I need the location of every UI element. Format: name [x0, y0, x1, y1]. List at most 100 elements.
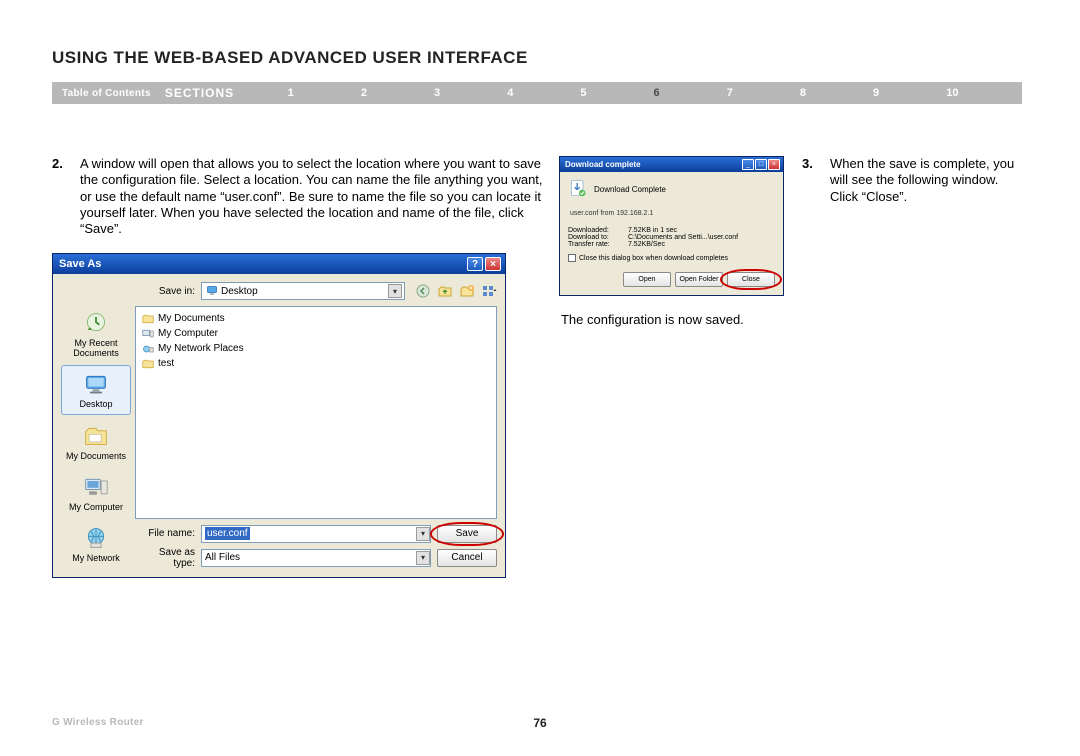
nav-num-9[interactable]: 9: [873, 87, 879, 99]
file-name-label: File name:: [135, 528, 195, 539]
list-item-label: My Documents: [158, 313, 225, 324]
list-item[interactable]: My Network Places: [142, 341, 490, 356]
places-my-computer[interactable]: My Computer: [61, 468, 131, 517]
download-heading-row: Download Complete: [568, 178, 775, 200]
download-details: Downloaded:7.52KB in 1 sec Download to:C…: [568, 227, 775, 248]
places-my-documents-label: My Documents: [66, 452, 126, 461]
page-title: USING THE WEB-BASED ADVANCED USER INTERF…: [52, 48, 1028, 68]
step-3: 3. When the save is complete, you will s…: [802, 156, 1028, 296]
save-as-type-value: All Files: [202, 552, 416, 563]
chevron-down-icon: ▾: [388, 284, 402, 298]
right-top-row: Download complete _ □ × Download Complet…: [559, 156, 1028, 296]
nav-num-10[interactable]: 10: [946, 87, 958, 99]
section-nav: Table of Contents SECTIONS 1 2 3 4 5 6 7…: [52, 82, 1022, 104]
places-my-computer-label: My Computer: [69, 503, 123, 512]
my-network-icon: [81, 524, 111, 552]
nav-num-3[interactable]: 3: [434, 87, 440, 99]
close-icon[interactable]: ×: [768, 159, 780, 170]
save-button[interactable]: Save: [437, 525, 497, 543]
places-recent[interactable]: My Recent Documents: [61, 304, 131, 363]
list-item[interactable]: test: [142, 356, 490, 371]
places-bar: My Recent Documents Desktop: [61, 304, 131, 569]
nav-num-6[interactable]: 6: [654, 87, 660, 99]
download-buttons: Open Open Folder Close: [568, 272, 775, 287]
file-name-value: user.conf: [205, 527, 250, 540]
content-area: 2. A window will open that allows you to…: [52, 156, 1028, 578]
cancel-button[interactable]: Cancel: [437, 549, 497, 567]
maximize-icon[interactable]: □: [755, 159, 767, 170]
download-subtext: user.conf from 192.168.2.1: [570, 210, 775, 217]
nav-num-2[interactable]: 2: [361, 87, 367, 99]
download-to-label: Download to:: [568, 234, 628, 241]
places-recent-label: My Recent Documents: [64, 339, 128, 358]
document-page: USING THE WEB-BASED ADVANCED USER INTERF…: [0, 0, 1080, 756]
up-folder-icon[interactable]: [437, 283, 453, 299]
save-in-value-text: Desktop: [221, 286, 258, 297]
footer-page-number: 76: [533, 716, 546, 730]
download-to-value: C:\Documents and Setti...\user.conf: [628, 234, 775, 241]
save-as-titlebar: Save As ? ×: [53, 254, 505, 274]
save-as-type-row: Save as type: All Files ▾ Cancel: [135, 547, 497, 569]
download-complete-icon: [568, 178, 588, 200]
save-as-dialog: Save As ? × My Recent Documents: [52, 253, 506, 578]
help-icon[interactable]: ?: [467, 257, 483, 271]
page-footer: G Wireless Router 76: [52, 717, 1028, 728]
step-2: 2. A window will open that allows you to…: [52, 156, 551, 237]
download-body: Download Complete user.conf from 192.168…: [560, 172, 783, 295]
nav-num-7[interactable]: 7: [727, 87, 733, 99]
open-button[interactable]: Open: [623, 272, 671, 287]
list-item[interactable]: My Computer: [142, 326, 490, 341]
minimize-icon[interactable]: _: [742, 159, 754, 170]
save-as-type-dropdown[interactable]: All Files ▾: [201, 549, 431, 567]
nav-toc-link[interactable]: Table of Contents: [52, 88, 165, 99]
save-as-title: Save As: [59, 258, 465, 270]
downloaded-value: 7.52KB in 1 sec: [628, 227, 775, 234]
checkbox-icon: [568, 254, 576, 262]
close-button[interactable]: Close: [727, 272, 775, 287]
save-in-dropdown[interactable]: Desktop ▾: [201, 282, 405, 300]
footer-product-name: G Wireless Router: [52, 717, 144, 728]
chevron-down-icon: ▾: [416, 527, 430, 541]
file-name-input[interactable]: user.conf ▾: [201, 525, 431, 543]
save-in-label: Save in:: [135, 286, 195, 297]
download-title: Download complete: [563, 160, 741, 169]
places-my-network[interactable]: My Network: [61, 519, 131, 568]
places-desktop[interactable]: Desktop: [61, 365, 131, 414]
file-list[interactable]: My Documents My Computer My Network Plac…: [135, 306, 497, 519]
save-in-toolbar: [415, 283, 497, 299]
new-folder-icon[interactable]: [459, 283, 475, 299]
close-icon[interactable]: ×: [485, 257, 501, 271]
column-left: 2. A window will open that allows you to…: [52, 156, 551, 578]
nav-num-1[interactable]: 1: [288, 87, 294, 99]
places-my-documents[interactable]: My Documents: [61, 417, 131, 466]
nav-sections-label: SECTIONS: [165, 86, 254, 100]
my-documents-icon: [81, 422, 111, 450]
my-computer-icon: [81, 473, 111, 501]
nav-num-4[interactable]: 4: [507, 87, 513, 99]
chevron-down-icon: ▾: [416, 551, 430, 565]
download-complete-dialog: Download complete _ □ × Download Complet…: [559, 156, 784, 296]
close-when-complete-checkbox[interactable]: Close this dialog box when download comp…: [568, 254, 775, 262]
save-as-type-label: Save as type:: [135, 547, 195, 569]
list-item[interactable]: My Documents: [142, 311, 490, 326]
nav-num-8[interactable]: 8: [800, 87, 806, 99]
back-icon[interactable]: [415, 283, 431, 299]
list-item-label: My Computer: [158, 328, 218, 339]
download-heading: Download Complete: [594, 185, 666, 194]
nav-num-5[interactable]: 5: [580, 87, 586, 99]
transfer-rate-label: Transfer rate:: [568, 241, 628, 248]
places-my-network-label: My Network: [72, 554, 120, 563]
save-in-value: Desktop: [204, 285, 388, 297]
save-in-row: Save in: Desktop ▾: [135, 280, 497, 302]
open-folder-button[interactable]: Open Folder: [675, 272, 723, 287]
recent-documents-icon: [81, 309, 111, 337]
save-as-bottom: File name: user.conf ▾ Save Save as type…: [135, 525, 497, 569]
transfer-rate-value: 7.52KB/Sec: [628, 241, 775, 248]
download-titlebar: Download complete _ □ ×: [560, 157, 783, 172]
save-as-body: My Recent Documents Desktop: [53, 274, 505, 577]
view-menu-icon[interactable]: [481, 283, 497, 299]
downloaded-label: Downloaded:: [568, 227, 628, 234]
list-item-label: My Network Places: [158, 343, 244, 354]
step-3-number: 3.: [802, 156, 830, 205]
step-2-text: A window will open that allows you to se…: [80, 156, 551, 237]
